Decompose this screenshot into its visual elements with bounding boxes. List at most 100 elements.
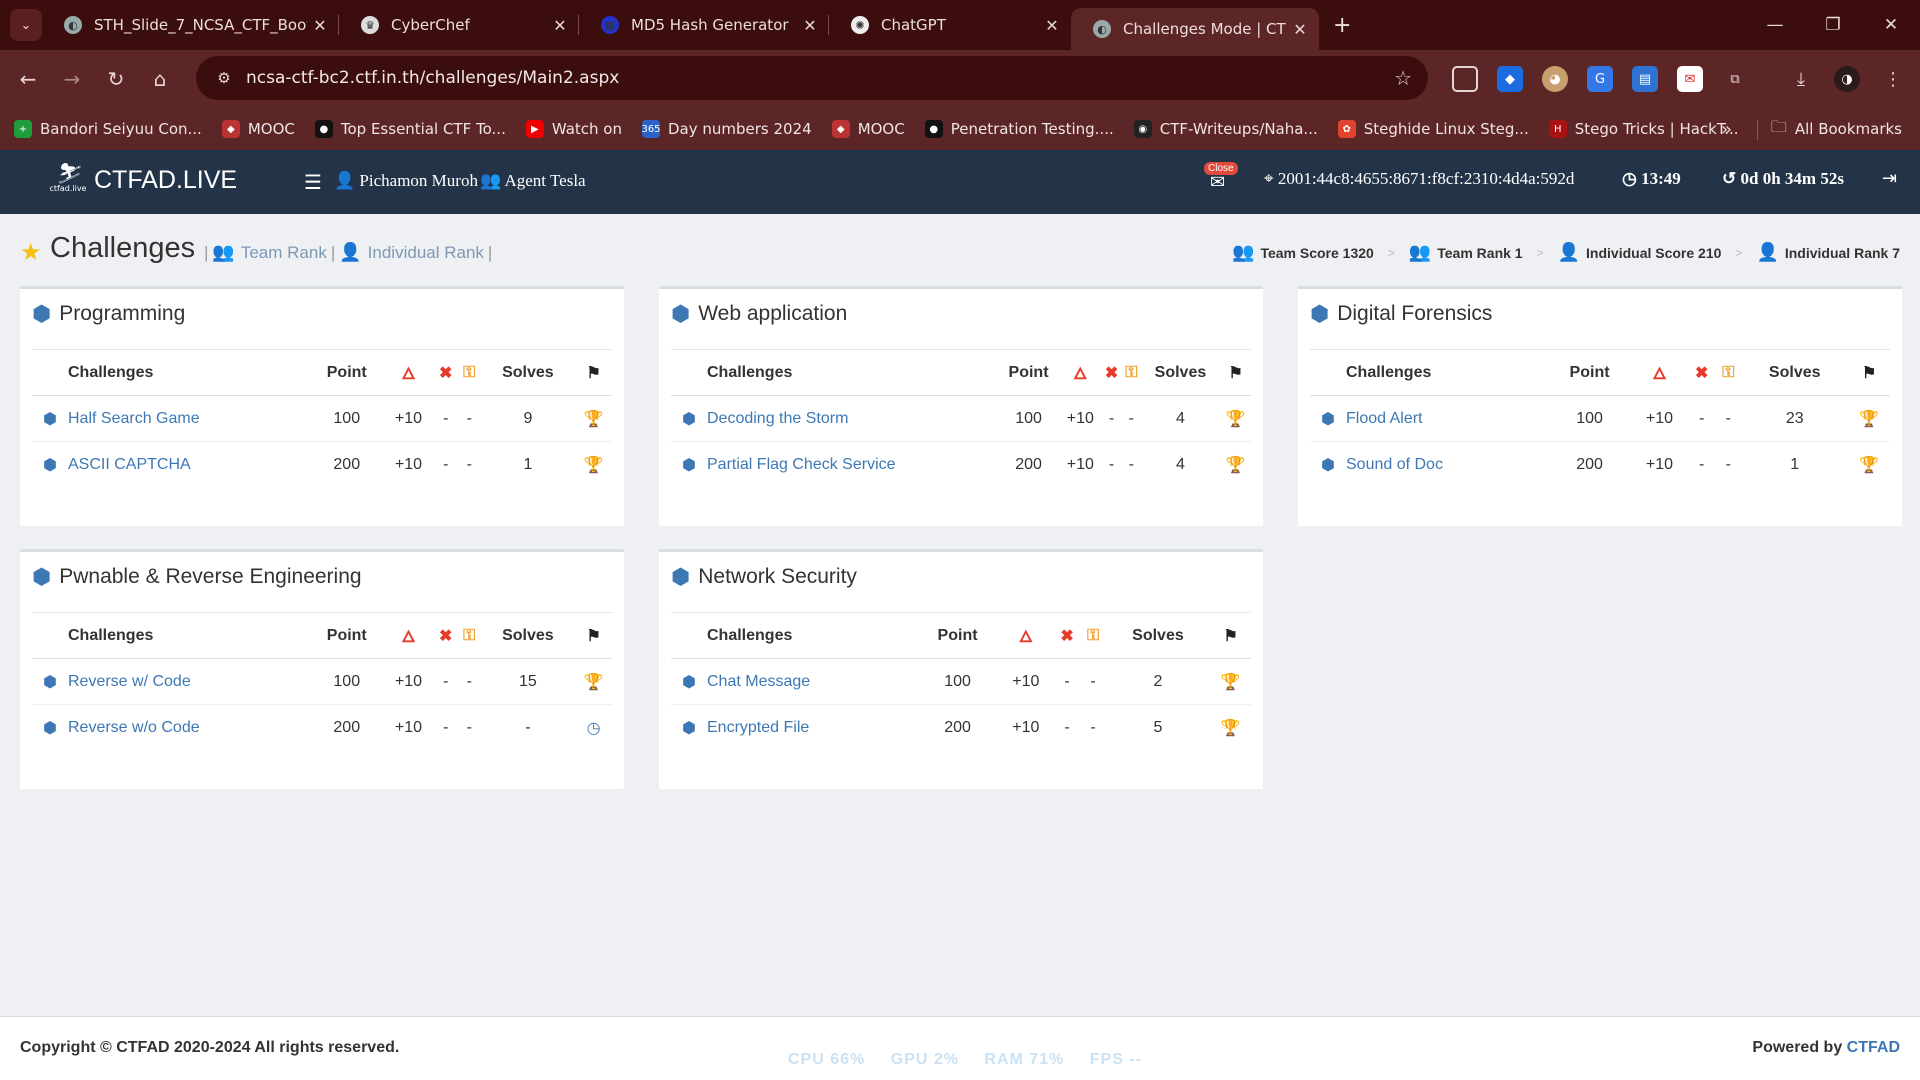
challenge-link[interactable]: Sound of Doc xyxy=(1346,456,1443,473)
first-blood-bonus-cell: +10 xyxy=(1631,395,1688,442)
url-text[interactable]: ncsa-ctf-bc2.ctf.in.th/challenges/Main2.… xyxy=(246,68,619,88)
browser-toolbar: ← → ↻ ⌂ ⚙ ncsa-ctf-bc2.ctf.in.th/challen… xyxy=(0,50,1920,108)
copyright-text: Copyright © CTFAD 2020-2024 All rights r… xyxy=(20,1039,400,1056)
site-logo[interactable]: ⛷ ctfad.live xyxy=(48,162,88,202)
folder-icon: 🗀 xyxy=(1770,116,1787,136)
page-footer: Copyright © CTFAD 2020-2024 All rights r… xyxy=(0,1016,1920,1080)
performance-overlay: CPU 66% GPU 2% RAM 71% FPS -- xyxy=(788,1051,1162,1069)
brand-name[interactable]: CTFAD.LIVE xyxy=(94,166,237,195)
home-button[interactable]: ⌂ xyxy=(138,67,182,91)
point-cell: 200 xyxy=(1576,455,1603,473)
bookmark-favicon-icon: 365 xyxy=(641,120,661,138)
col-challenges: Challenges xyxy=(1346,349,1548,396)
extension-translate-icon[interactable]: G xyxy=(1587,66,1613,92)
extension-calendar-icon[interactable]: ▤ xyxy=(1632,66,1658,92)
challenge-link[interactable]: Reverse w/o Code xyxy=(68,719,200,736)
browser-menu-icon[interactable]: ⋮ xyxy=(1880,66,1906,92)
bookmark-item[interactable]: ◆ MOOC xyxy=(831,120,905,138)
first-blood-bonus-cell: +10 xyxy=(998,658,1054,705)
bookmark-item[interactable]: H Stego Tricks | HackT... xyxy=(1548,120,1739,138)
messages-icon[interactable]: ✉ xyxy=(1210,172,1225,193)
close-tab-icon[interactable]: ✕ xyxy=(1039,16,1065,35)
browser-tab[interactable]: ♛ CyberChef ✕ xyxy=(339,0,579,50)
logo-mark-icon: ⛷ xyxy=(55,161,81,185)
team-name[interactable]: 👥 Agent Tesla xyxy=(480,171,586,191)
browser-tab[interactable]: ◐ STH_Slide_7_NCSA_CTF_Bootca ✕ xyxy=(42,0,339,50)
fail-cell: - xyxy=(1108,455,1115,473)
category-name: Network Security xyxy=(698,565,857,588)
challenge-link[interactable]: Chat Message xyxy=(707,673,810,690)
challenge-link[interactable]: Decoding the Storm xyxy=(707,410,848,427)
first-blood-bonus-cell: +10 xyxy=(383,658,434,705)
challenge-link[interactable]: Half Search Game xyxy=(68,410,200,427)
bookmarks-overflow-icon[interactable]: » xyxy=(1721,119,1732,140)
bookmark-item[interactable]: + Bandori Seiyuu Con... xyxy=(14,120,202,138)
bookmark-favicon-icon: ◆ xyxy=(831,120,850,138)
bookmark-item[interactable]: ● Penetration Testing.... xyxy=(924,120,1114,138)
extensions-puzzle-icon[interactable]: ⧉ xyxy=(1722,66,1748,92)
individual-rank-icon: 👤 xyxy=(339,242,362,262)
hint-cell: - xyxy=(1121,395,1141,442)
tab-favicon-icon: ◐ xyxy=(64,16,82,34)
logout-icon[interactable]: ⇥ xyxy=(1882,168,1897,189)
bookmark-favicon-icon: ◆ xyxy=(221,120,240,138)
bookmark-label: MOOC xyxy=(857,120,905,138)
point-cell: 100 xyxy=(310,658,384,705)
bookmark-item[interactable]: ● Top Essential CTF To... xyxy=(314,120,506,138)
bookmark-item[interactable]: ◉ CTF-Writeups/Naha... xyxy=(1133,120,1318,138)
hamburger-menu-icon[interactable]: ☰ xyxy=(304,170,322,194)
team-score: Team Score 1320 xyxy=(1260,244,1374,261)
new-tab-button[interactable]: + xyxy=(1333,13,1351,38)
extension-layers-icon[interactable]: ◆ xyxy=(1497,66,1523,92)
tab-title: CyberChef xyxy=(391,16,470,34)
forward-button[interactable]: → xyxy=(50,67,94,91)
close-tab-icon[interactable]: ✕ xyxy=(307,16,333,35)
restore-button[interactable]: ❐ xyxy=(1804,0,1862,50)
bookmark-item[interactable]: ◆ MOOC xyxy=(221,120,295,138)
tab-search-button[interactable]: ⌄ xyxy=(10,9,42,41)
checkered-flag-icon: ⚑ xyxy=(586,364,601,382)
browser-tab[interactable]: ✺ ChatGPT ✕ xyxy=(829,0,1071,50)
extension-teams-icon[interactable]: ✉ xyxy=(1677,66,1703,92)
bookmark-item[interactable]: ▶ Watch on xyxy=(525,120,622,138)
challenge-link[interactable]: Flood Alert xyxy=(1346,410,1422,427)
first-blood-icon: 🜂 xyxy=(1073,366,1088,383)
close-window-button[interactable]: ✕ xyxy=(1862,0,1920,50)
powered-by-label: Powered by xyxy=(1752,1039,1843,1056)
extension-owl-icon[interactable]: ◕ xyxy=(1542,66,1568,92)
close-tab-icon[interactable]: ✕ xyxy=(1287,20,1313,39)
browser-tab[interactable]: ◐ Challenges Mode | CTFAD SYST✕ xyxy=(1071,8,1319,50)
close-tab-icon[interactable]: ✕ xyxy=(797,16,823,35)
fail-cell: - xyxy=(443,718,449,736)
minimize-button[interactable]: — xyxy=(1746,0,1804,50)
individual-rank-link[interactable]: Individual Rank xyxy=(368,243,484,263)
user-name[interactable]: 👤 Pichamon Muroh xyxy=(334,171,478,191)
challenge-link[interactable]: ASCII CAPTCHA xyxy=(68,456,191,473)
bookmark-star-icon[interactable]: ☆ xyxy=(1394,66,1412,90)
current-time: ◷ 13:49 xyxy=(1622,169,1681,189)
all-bookmarks-button[interactable]: 🗀 All Bookmarks xyxy=(1771,116,1902,143)
solves-cell: 9 xyxy=(480,395,576,442)
address-bar[interactable]: ⚙ ncsa-ctf-bc2.ctf.in.th/challenges/Main… xyxy=(196,56,1428,100)
hint-cell: - xyxy=(466,718,472,736)
browser-tab[interactable]: ▦ MD5 Hash Generator ✕ xyxy=(579,0,829,50)
profile-avatar[interactable]: ◑ xyxy=(1834,66,1860,92)
bookmark-label: Penetration Testing.... xyxy=(950,120,1114,138)
team-rank-link[interactable]: Team Rank xyxy=(241,243,327,263)
tab-favicon-icon: ▦ xyxy=(601,16,619,34)
reload-button[interactable]: ↻ xyxy=(94,67,138,91)
challenge-link[interactable]: Reverse w/ Code xyxy=(68,673,191,690)
challenge-link[interactable]: Partial Flag Check Service xyxy=(707,456,896,473)
close-x-icon: ✖ xyxy=(1060,627,1074,645)
reading-mode-icon[interactable] xyxy=(1452,66,1478,92)
challenge-link[interactable]: Encrypted File xyxy=(707,719,809,736)
close-tab-icon[interactable]: ✕ xyxy=(547,16,573,35)
back-button[interactable]: ← xyxy=(6,67,50,91)
trophy-icon: 🏆 xyxy=(583,410,604,428)
bookmark-label: Top Essential CTF To... xyxy=(340,120,506,138)
bookmark-item[interactable]: 365 Day numbers 2024 xyxy=(641,120,812,138)
bookmark-item[interactable]: ✿ Steghide Linux Steg... xyxy=(1337,120,1529,138)
ctfad-link[interactable]: CTFAD xyxy=(1847,1039,1900,1056)
download-icon[interactable]: ⤓ xyxy=(1788,66,1814,92)
site-info-icon[interactable]: ⚙ xyxy=(206,69,242,87)
